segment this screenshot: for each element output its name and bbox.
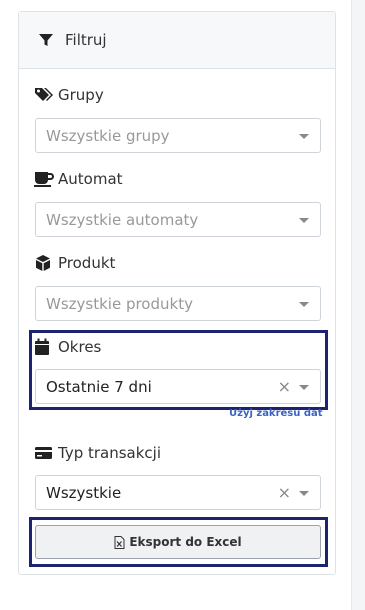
machine-select-value: Wszystkie automaty [46, 210, 199, 229]
filter-icon [39, 34, 53, 46]
clear-icon[interactable]: × [278, 483, 291, 502]
transaction-type-select[interactable]: Wszystkie × [35, 475, 321, 510]
coffee-cup-icon [34, 172, 54, 187]
date-range-link[interactable]: Użyj zakresu dat [229, 408, 323, 419]
transaction-type-label: Typ transakcji [34, 444, 161, 462]
tags-icon [35, 88, 53, 101]
clear-icon[interactable]: × [278, 377, 291, 396]
calendar-icon [35, 338, 49, 355]
groups-label-text: Grupy [58, 86, 104, 104]
groups-label: Grupy [34, 86, 104, 104]
product-select[interactable]: Wszystkie produkty [35, 286, 321, 321]
filter-panel: Filtruj Grupy Wszystkie grupy Automat Ws… [18, 11, 336, 575]
machine-select[interactable]: Wszystkie automaty [35, 202, 321, 237]
credit-card-icon [35, 447, 52, 459]
right-panel-edge [351, 0, 365, 610]
period-select[interactable]: Ostatnie 7 dni × [35, 369, 321, 404]
period-label-text: Okres [58, 338, 102, 356]
groups-select-value: Wszystkie grupy [46, 126, 170, 145]
chevron-down-icon [299, 302, 309, 307]
groups-select[interactable]: Wszystkie grupy [35, 118, 321, 153]
chevron-down-icon [299, 218, 309, 223]
excel-file-icon [114, 535, 125, 549]
product-label-text: Produkt [58, 254, 116, 272]
export-excel-label: Eksport do Excel [129, 535, 242, 549]
filter-panel-title: Filtruj [65, 31, 107, 49]
filter-panel-header: Filtruj [19, 12, 335, 69]
chevron-down-icon [299, 491, 309, 496]
transaction-type-label-text: Typ transakcji [58, 444, 162, 462]
box-icon [36, 255, 50, 271]
export-excel-button[interactable]: Eksport do Excel [35, 525, 321, 559]
product-label: Produkt [34, 254, 115, 272]
chevron-down-icon [299, 134, 309, 139]
period-label: Okres [34, 338, 101, 356]
chevron-down-icon [299, 385, 309, 390]
machine-label-text: Automat [58, 170, 123, 188]
machine-label: Automat [34, 170, 123, 188]
product-select-value: Wszystkie produkty [46, 294, 193, 313]
